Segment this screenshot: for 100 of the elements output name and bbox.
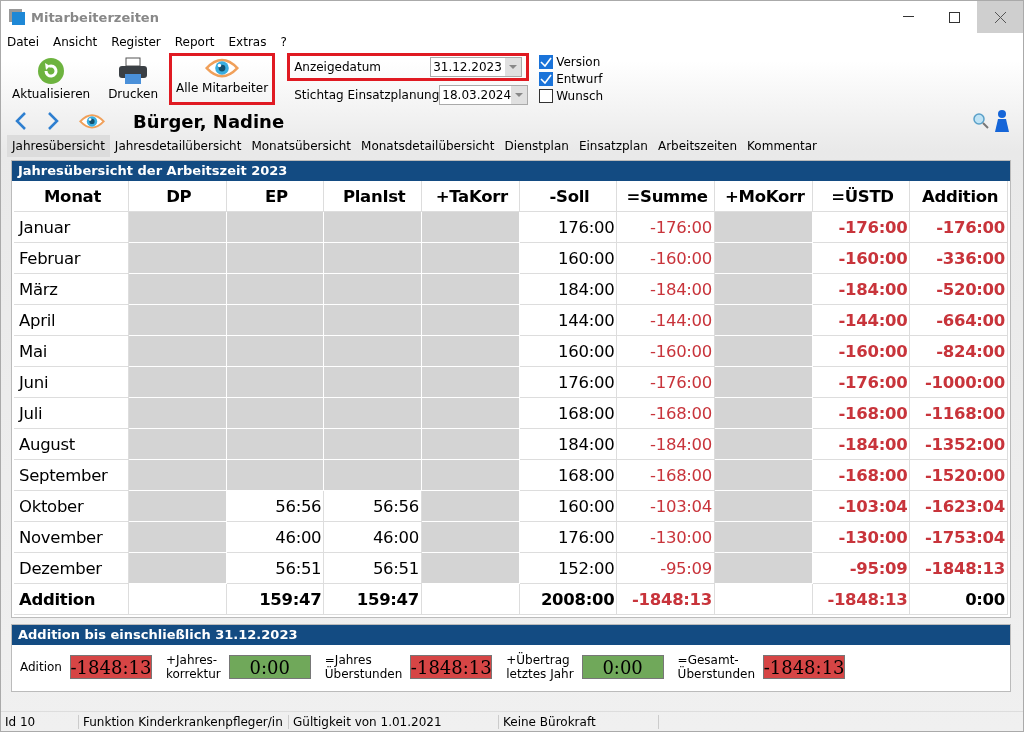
app-icon xyxy=(9,9,25,25)
toolbar-button[interactable]: Alle Mitarbeiter xyxy=(169,53,276,105)
table-cell: -130:00 xyxy=(617,522,715,553)
table-cell: -1848:13 xyxy=(617,584,715,615)
table-cell: 56:51 xyxy=(324,553,422,584)
column-header: PlanIst xyxy=(324,181,422,212)
tab[interactable]: Arbeitszeiten xyxy=(652,135,743,157)
date-dropdown[interactable]: 18.03.2024 xyxy=(439,85,529,105)
table-cell: -144:00 xyxy=(812,305,911,336)
table-cell: 176:00 xyxy=(519,522,618,553)
refresh-icon xyxy=(37,57,66,85)
person-icon[interactable] xyxy=(995,109,1009,133)
summary-label: +Jahres- korrektur xyxy=(165,652,221,682)
table-cell: -1168:00 xyxy=(910,398,1008,429)
checkbox-label: Wunsch xyxy=(556,88,604,103)
table-cell: 168:00 xyxy=(519,398,618,429)
table-cell: 56:51 xyxy=(226,553,325,584)
table-cell: 0:00 xyxy=(910,584,1008,615)
window-title: Mitarbeiterzeiten xyxy=(31,9,160,25)
table-cell: -95:09 xyxy=(812,553,911,584)
caret-icon xyxy=(509,65,518,69)
table-cell: -1623:04 xyxy=(910,491,1008,522)
table-cell: 159:47 xyxy=(226,584,325,615)
checkbox[interactable] xyxy=(539,88,554,103)
table-cell: -168:00 xyxy=(617,398,715,429)
menu-item[interactable]: Datei xyxy=(7,35,39,49)
table-cell: 176:00 xyxy=(519,212,618,243)
tab[interactable]: Einsatzplan xyxy=(573,135,653,157)
table-cell: 56:56 xyxy=(226,491,325,522)
column-header: EP xyxy=(226,181,325,212)
table-cell: -824:00 xyxy=(910,336,1008,367)
table-cell: -1352:00 xyxy=(910,429,1008,460)
table-cell: 168:00 xyxy=(519,460,618,491)
checkbox-label: Version xyxy=(556,54,601,69)
table-cell: -1520:00 xyxy=(910,460,1008,491)
status-item: Funktion Kinderkrankenpfleger/in xyxy=(79,714,289,729)
column-header: +TaKorr xyxy=(422,181,520,212)
table-cell: -520:00 xyxy=(910,274,1008,305)
table-cell: 144:00 xyxy=(519,305,618,336)
tab[interactable]: Jahresdetailübersicht xyxy=(109,135,247,157)
table-cell: 160:00 xyxy=(519,243,618,274)
field-label: Anzeigedatum xyxy=(294,60,381,74)
status-item: Keine Bürokraft xyxy=(499,714,659,729)
table-cell: Februar xyxy=(14,243,129,274)
tab[interactable]: Monatsübersicht xyxy=(246,135,357,157)
search-icon[interactable] xyxy=(973,113,989,129)
table-cell: -1848:13 xyxy=(812,584,911,615)
table-cell: -336:00 xyxy=(910,243,1008,274)
date-dropdown[interactable]: 31.12.2023 xyxy=(430,57,523,77)
tab[interactable]: Dienstplan xyxy=(499,135,574,157)
column-header: +MoKorr xyxy=(715,181,813,212)
summary-value: 0:00 xyxy=(228,655,311,679)
tab[interactable]: Jahresübersicht xyxy=(7,135,110,157)
menu-item[interactable]: Ansicht xyxy=(53,35,98,49)
table-cell: Juli xyxy=(14,398,129,429)
toolbar-button[interactable]: Drucken xyxy=(101,53,165,105)
table-cell: -160:00 xyxy=(812,336,911,367)
table-cell: -160:00 xyxy=(617,243,715,274)
toolbar-button[interactable]: Aktualisieren xyxy=(5,53,98,105)
table-cell: April xyxy=(14,305,129,336)
column-header: Addition xyxy=(910,181,1008,212)
table-cell: 160:00 xyxy=(519,336,618,367)
table-cell: -176:00 xyxy=(617,367,715,398)
table-cell: 184:00 xyxy=(519,429,618,460)
tab[interactable]: Monatsdetailübersicht xyxy=(356,135,500,157)
eye-icon xyxy=(79,112,105,130)
menu-item[interactable]: Register xyxy=(111,35,161,49)
table-cell: -103:04 xyxy=(617,491,715,522)
table-cell: -160:00 xyxy=(812,243,911,274)
table-cell: -95:09 xyxy=(617,553,715,584)
menu-item[interactable]: Extras xyxy=(228,35,267,49)
table-cell: 46:00 xyxy=(324,522,422,553)
checkbox[interactable] xyxy=(539,71,554,86)
table-cell: Dezember xyxy=(14,553,129,584)
table-cell: 159:47 xyxy=(324,584,422,615)
table-cell: -1000:00 xyxy=(910,367,1008,398)
table-cell: -130:00 xyxy=(812,522,911,553)
table-cell: Addition xyxy=(14,584,129,615)
table-cell: Mai xyxy=(14,336,129,367)
table-cell: -664:00 xyxy=(910,305,1008,336)
table-cell: August xyxy=(14,429,129,460)
status-item: Gültigkeit von 1.01.2021 xyxy=(289,714,499,729)
table-cell: Oktober xyxy=(14,491,129,522)
table-cell: -184:00 xyxy=(812,274,911,305)
table-cell: Juni xyxy=(14,367,129,398)
table-cell: Januar xyxy=(14,212,129,243)
table-cell: -184:00 xyxy=(812,429,911,460)
menu-item[interactable]: ? xyxy=(280,35,287,49)
table-cell: 160:00 xyxy=(519,491,618,522)
maximize-icon xyxy=(948,11,960,23)
table-cell: -176:00 xyxy=(812,367,911,398)
table-cell: -160:00 xyxy=(617,336,715,367)
table-cell: -168:00 xyxy=(617,460,715,491)
summary-label: =Gesamt- Überstunden xyxy=(677,652,756,682)
caret-icon xyxy=(515,93,524,97)
menu-item[interactable]: Report xyxy=(174,35,215,49)
tab[interactable]: Kommentar xyxy=(742,135,823,157)
table-cell: 184:00 xyxy=(519,274,618,305)
checkbox[interactable] xyxy=(539,54,554,69)
table-cell: -176:00 xyxy=(812,212,911,243)
